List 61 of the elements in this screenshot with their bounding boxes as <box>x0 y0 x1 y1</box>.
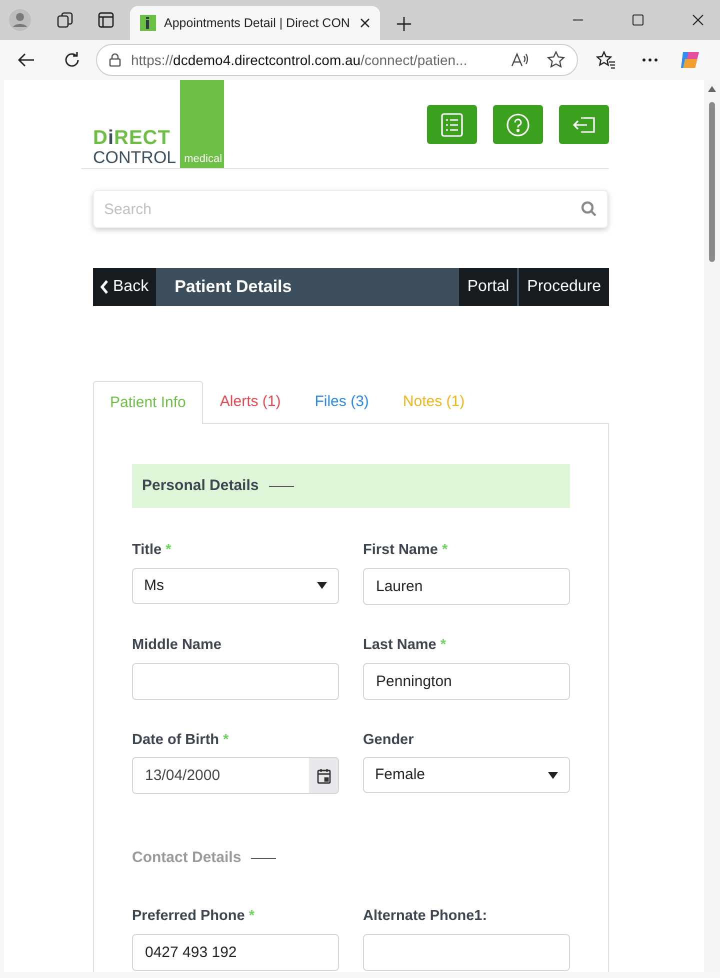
refresh-icon[interactable] <box>63 51 81 69</box>
tab[interactable]: Files (3) <box>298 381 386 423</box>
required-asterisk: * <box>166 542 172 558</box>
favorites-icon[interactable] <box>596 51 616 69</box>
favicon-icon <box>140 15 156 31</box>
close-icon[interactable] <box>692 14 704 26</box>
required-asterisk: * <box>442 542 448 558</box>
input-field[interactable]: Lauren <box>363 568 570 605</box>
section-title: Contact Details <box>132 849 242 866</box>
field-label: Date of Birth <box>132 732 219 748</box>
more-icon[interactable] <box>642 58 658 62</box>
read-aloud-icon[interactable] <box>511 52 529 68</box>
section-title: Personal Details <box>142 476 259 496</box>
close-icon[interactable] <box>360 18 370 28</box>
page-title: Patient Details <box>174 276 293 298</box>
nav-button[interactable]: Procedure <box>517 268 609 306</box>
tab[interactable]: Alerts (1) <box>202 381 298 423</box>
copilot-icon[interactable] <box>679 49 701 71</box>
address-bar[interactable]: https://dcdemo4.directcontrol.com.au/connect/patien... <box>96 44 578 76</box>
search-icon[interactable] <box>581 201 597 217</box>
required-asterisk: * <box>440 636 446 653</box>
logout-button[interactable] <box>559 105 609 144</box>
field-label: Gender <box>363 732 414 748</box>
dropdown-caret-icon <box>317 582 327 590</box>
nav-button[interactable]: Portal <box>459 268 518 306</box>
chevron-left-icon <box>100 280 109 294</box>
tab-title: Appointments Detail | Direct CON <box>164 14 351 32</box>
maximize-icon[interactable] <box>632 14 644 26</box>
browser-tab[interactable]: Appointments Detail | Direct CON <box>130 6 380 40</box>
scrollbar-thumb[interactable] <box>709 102 715 262</box>
profile-icon[interactable] <box>8 8 32 32</box>
select-field[interactable]: Female <box>363 757 570 794</box>
field-label: Last Name <box>363 636 436 653</box>
input-field[interactable] <box>363 934 570 971</box>
scroll-up-icon[interactable] <box>708 86 716 92</box>
workspaces-icon[interactable] <box>56 11 74 29</box>
help-icon <box>506 112 530 136</box>
field-label: Middle Name <box>132 636 222 653</box>
input-field[interactable]: Pennington <box>363 662 570 700</box>
logo[interactable]: DiRECT CONTROL medical <box>81 80 224 168</box>
field-label: Title <box>132 542 162 558</box>
favorite-star-icon[interactable] <box>547 51 565 69</box>
required-asterisk: * <box>248 908 255 924</box>
lock-icon <box>109 53 121 67</box>
input-field[interactable] <box>132 662 339 700</box>
search-field[interactable]: Search <box>93 190 608 228</box>
help-button[interactable] <box>493 105 543 144</box>
list-icon <box>441 112 463 136</box>
back-button[interactable]: Back <box>93 268 156 306</box>
list-button[interactable] <box>427 105 477 144</box>
field-label: First Name <box>363 542 438 558</box>
required-asterisk: * <box>223 732 229 748</box>
back-arrow-icon[interactable] <box>17 52 35 68</box>
logout-icon <box>572 114 596 134</box>
field-label: Preferred Phone <box>132 908 245 924</box>
field-label: Alternate Phone1: <box>363 908 488 924</box>
input-field[interactable]: 0427 493 192 <box>132 934 339 971</box>
new-tab-icon[interactable] <box>396 16 412 32</box>
select-field[interactable]: Ms <box>132 568 339 604</box>
dropdown-caret-icon <box>548 772 558 779</box>
tab-actions-icon[interactable] <box>98 12 114 28</box>
